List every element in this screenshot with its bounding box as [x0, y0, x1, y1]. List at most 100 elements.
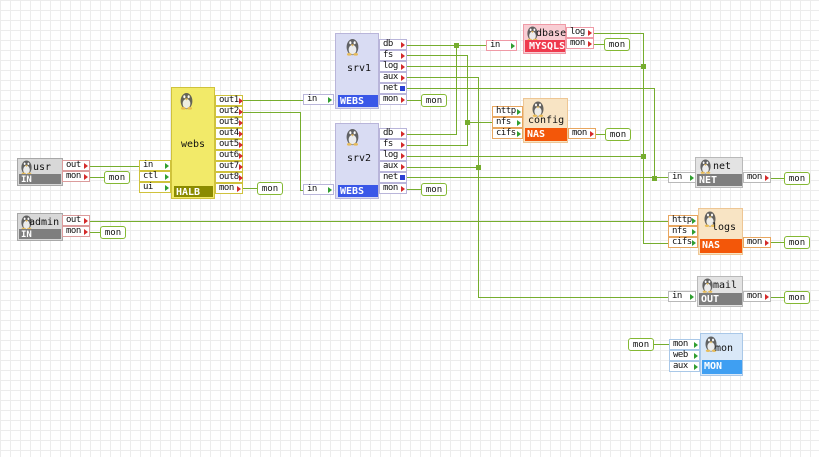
port-srv2-db[interactable]: db	[379, 128, 407, 139]
node-srv1[interactable]: srv1 WEBS	[335, 33, 379, 109]
port-dbase-log[interactable]: log	[566, 27, 594, 38]
wire-segment[interactable]	[478, 77, 479, 298]
wire-segment[interactable]	[407, 177, 669, 178]
monitor-tap-mon[interactable]: mon	[628, 338, 654, 351]
port-srv1-db[interactable]: db	[379, 39, 407, 50]
wire-segment[interactable]	[456, 45, 457, 135]
wire-segment[interactable]	[771, 297, 785, 298]
wire-segment[interactable]	[407, 66, 644, 67]
node-dbase[interactable]: dbase MYSQLS	[523, 24, 566, 54]
port-srv1-fs[interactable]: fs	[379, 50, 407, 61]
port-webs-mon[interactable]: mon	[215, 183, 243, 194]
wire-segment[interactable]	[407, 45, 487, 46]
monitor-tap-usr[interactable]: mon	[104, 171, 130, 184]
port-srv2-net[interactable]: net	[379, 172, 407, 183]
port-webs-out4[interactable]: out4	[215, 128, 243, 139]
node-config[interactable]: config NAS	[523, 98, 568, 143]
port-config-http[interactable]: http	[492, 106, 523, 117]
wire-segment[interactable]	[594, 33, 644, 34]
port-webs-out1[interactable]: out1	[215, 95, 243, 106]
port-srv2-in[interactable]: in	[303, 184, 334, 195]
node-srv2[interactable]: srv2 WEBS	[335, 123, 379, 199]
port-srv2-fs[interactable]: fs	[379, 139, 407, 150]
wire-segment[interactable]	[654, 344, 670, 345]
port-webs-out7[interactable]: out7	[215, 161, 243, 172]
monitor-tap-mail[interactable]: mon	[784, 291, 810, 304]
monitor-tap-admin[interactable]: mon	[100, 226, 126, 239]
port-config-mon[interactable]: mon	[568, 128, 596, 139]
port-logs-mon[interactable]: mon	[743, 237, 771, 248]
diagram-canvas[interactable]: usr IN out mon mon admin IN out mon mon …	[0, 0, 819, 457]
monitor-tap-webs[interactable]: mon	[257, 182, 283, 195]
port-config-nfs[interactable]: nfs	[492, 117, 523, 128]
monitor-tap-srv1[interactable]: mon	[421, 94, 447, 107]
node-admin[interactable]: admin IN	[17, 213, 63, 241]
port-webs-ctl[interactable]: ctl	[139, 171, 171, 182]
wire-segment[interactable]	[478, 297, 669, 298]
wire-segment[interactable]	[407, 167, 479, 168]
monitor-tap-net[interactable]: mon	[784, 172, 810, 185]
port-webs-out5[interactable]: out5	[215, 139, 243, 150]
wire-segment[interactable]	[407, 156, 644, 157]
wire-segment[interactable]	[771, 178, 785, 179]
monitor-tap-config[interactable]: mon	[605, 128, 631, 141]
port-webs-in[interactable]: in	[139, 160, 171, 171]
wire-segment[interactable]	[407, 189, 422, 190]
port-usr-mon[interactable]: mon	[62, 171, 90, 182]
node-mail[interactable]: mail OUT	[697, 276, 743, 307]
port-mon-web[interactable]: web	[669, 350, 700, 361]
wire-segment[interactable]	[407, 77, 479, 78]
port-mon-aux[interactable]: aux	[669, 361, 700, 372]
monitor-tap-logs[interactable]: mon	[784, 236, 810, 249]
port-srv1-mon[interactable]: mon	[379, 94, 407, 105]
port-srv1-log[interactable]: log	[379, 61, 407, 72]
port-webs-out8[interactable]: out8	[215, 172, 243, 183]
wire-segment[interactable]	[90, 177, 105, 178]
monitor-tap-srv2[interactable]: mon	[421, 183, 447, 196]
port-srv2-mon[interactable]: mon	[379, 183, 407, 194]
port-config-cifs[interactable]: cifs	[492, 128, 523, 139]
port-webs-out2[interactable]: out2	[215, 106, 243, 117]
wire-segment[interactable]	[407, 55, 468, 56]
wire-segment[interactable]	[243, 188, 258, 189]
port-webs-ui[interactable]: ui	[139, 182, 171, 193]
node-usr[interactable]: usr IN	[17, 158, 63, 186]
port-srv2-log[interactable]: log	[379, 150, 407, 161]
port-srv1-aux[interactable]: aux	[379, 72, 407, 83]
port-dbase-in[interactable]: in	[486, 40, 517, 51]
port-webs-out3[interactable]: out3	[215, 117, 243, 128]
port-mail-mon[interactable]: mon	[743, 291, 771, 302]
wire-segment[interactable]	[407, 134, 457, 135]
port-net-mon[interactable]: mon	[743, 172, 771, 183]
wire-segment[interactable]	[771, 242, 785, 243]
wire-segment[interactable]	[90, 221, 669, 222]
port-logs-http[interactable]: http	[668, 215, 698, 226]
wire-segment[interactable]	[643, 243, 669, 244]
wire-segment[interactable]	[243, 100, 304, 101]
port-logs-cifs[interactable]: cifs	[668, 237, 698, 248]
wire-segment[interactable]	[407, 88, 655, 89]
wire-segment[interactable]	[300, 112, 301, 191]
port-usr-out[interactable]: out	[62, 160, 90, 171]
node-logs[interactable]: logs NAS	[698, 208, 743, 255]
node-mon[interactable]: mon MON	[700, 333, 743, 376]
port-admin-mon[interactable]: mon	[62, 226, 90, 237]
port-mail-in[interactable]: in	[668, 291, 696, 302]
wire-segment[interactable]	[467, 122, 493, 123]
port-mon-mon[interactable]: mon	[669, 339, 700, 350]
wire-segment[interactable]	[654, 88, 655, 179]
port-srv1-in[interactable]: in	[303, 94, 334, 105]
wire-segment[interactable]	[407, 145, 468, 146]
wire-segment[interactable]	[243, 112, 301, 113]
port-dbase-mon[interactable]: mon	[566, 38, 594, 49]
port-logs-nfs[interactable]: nfs	[668, 226, 698, 237]
port-srv2-aux[interactable]: aux	[379, 161, 407, 172]
wire-segment[interactable]	[407, 100, 422, 101]
monitor-tap-dbase[interactable]: mon	[604, 38, 630, 51]
wire-segment[interactable]	[90, 166, 140, 167]
node-webs[interactable]: webs HALB	[171, 87, 215, 199]
port-net-in[interactable]: in	[668, 172, 696, 183]
port-srv1-net[interactable]: net	[379, 83, 407, 94]
node-net[interactable]: net NET	[695, 157, 743, 188]
port-admin-out[interactable]: out	[62, 215, 90, 226]
